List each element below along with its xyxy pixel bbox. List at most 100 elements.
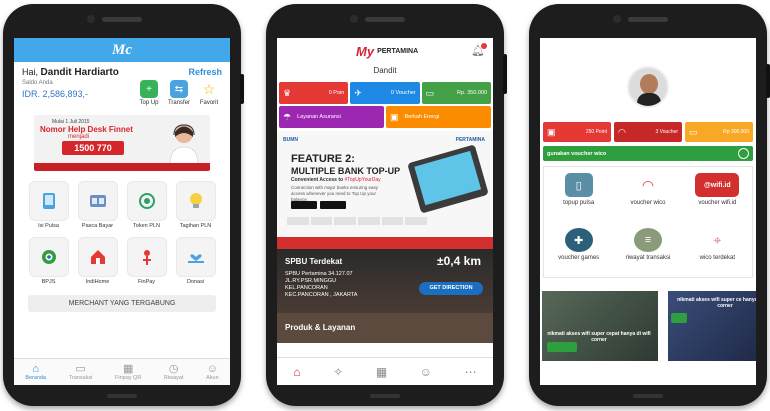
token-icon — [126, 181, 167, 221]
tile-label: 0 Poin — [328, 90, 345, 96]
grid-icon[interactable]: ▦ — [376, 365, 387, 379]
tile-label: Layanan Asuransi — [297, 114, 341, 120]
banner-footer — [34, 163, 210, 171]
screen-pertamina: My PERTAMINA 🔔︎ Dandit ♛ 0 Poin ✈ 0 Vouche… — [277, 38, 493, 385]
tile-berkah-energi[interactable]: ▣ Berkah Energi — [386, 106, 491, 128]
bottom-nav: ⌂ Beranda ▭ Transaksi ▦ Finpay QR ◷ Riwayat … — [14, 358, 230, 385]
spbu-address: SPBU Pertamina 34.127.07 JL.RY.PSR.MINGG… — [285, 271, 385, 299]
helpdesk-banner[interactable]: Mulai 1 Juli 2015 Nomor Help Desk Finnet… — [34, 115, 210, 171]
speaker — [365, 17, 405, 22]
service-voucher-wico[interactable]: ◠ voucher wico — [613, 167, 682, 222]
promo-icon[interactable]: ✧ — [333, 365, 343, 379]
promo-badge — [547, 342, 577, 352]
service-label: IndiHome — [85, 279, 110, 285]
service-riwayat-transaksi[interactable]: ≡ riwayat transaksi — [613, 222, 682, 277]
favorit-button[interactable]: ☆ Favorit — [196, 80, 222, 106]
favorit-label: Favorit — [199, 100, 219, 106]
greeting-prefix: Hai, — [22, 67, 39, 77]
user-icon[interactable]: ☺ — [420, 365, 432, 379]
plus-circle-icon: + — [140, 80, 158, 98]
camera — [613, 15, 621, 23]
service-donasi[interactable]: Donasi — [173, 237, 218, 285]
tile-poin[interactable]: ♛ 0 Poin — [279, 82, 349, 104]
merchant-button[interactable]: MERCHANT YANG TERGABUNG — [28, 295, 216, 312]
tile-label: Berkah Energi — [404, 114, 440, 120]
service-label: riwayat transaksi — [625, 255, 671, 261]
service-grid: ▯ topup pulsa ◠ voucher wico @wifi.id vo… — [543, 166, 753, 278]
produk-layanan-section[interactable]: Produk & Layanan — [277, 313, 493, 343]
service-voucher-games[interactable]: ✚ voucher games — [544, 222, 613, 277]
tile-balance[interactable]: ▭ Rp. 350.000 — [421, 82, 491, 104]
transfer-label: Transfer — [167, 100, 191, 106]
tile-voucher[interactable]: ◠ 3 Voucher — [614, 122, 682, 142]
tile-voucher[interactable]: ✈ 0 Voucher — [350, 82, 420, 104]
tile-label: 250 Point — [585, 129, 607, 135]
home-icon[interactable]: ⌂ — [293, 365, 300, 379]
tile-label: 0 Voucher — [390, 90, 416, 96]
nav-label: Akun — [206, 375, 219, 381]
service-isi-pulsa[interactable]: Isi Pulsa — [26, 181, 71, 229]
service-tagihan-pln[interactable]: Tagihan PLN — [173, 181, 218, 229]
top-up-button[interactable]: + Top Up — [136, 80, 162, 106]
promo-card[interactable]: nikmati akses wifi super cepat hanya di … — [542, 291, 658, 361]
service-label: Pasca Bayar — [81, 223, 114, 229]
address-line: KEL.PANCORAN — [285, 285, 328, 291]
tile-point[interactable]: ▣ 250 Point — [543, 122, 611, 142]
promo-cards: nikmati akses wifi super cepat hanya di … — [540, 291, 756, 361]
service-label: Token PLN — [133, 223, 160, 229]
gamepad-icon: ✚ — [564, 228, 593, 252]
use-voucher-bar[interactable]: gunakan voucher wico — [543, 146, 753, 161]
wallet-icon: ▭ — [425, 87, 435, 98]
nav-riwayat[interactable]: ◷ Riwayat — [164, 363, 184, 381]
nav-transaksi[interactable]: ▭ Transaksi — [69, 363, 93, 381]
location-icon: ⌖ — [703, 228, 732, 252]
phone-pertamina: My PERTAMINA 🔔︎ Dandit ♛ 0 Poin ✈ 0 Vouche… — [266, 4, 507, 406]
phone-icon: ▯ — [564, 173, 593, 197]
volume-button — [240, 74, 244, 104]
summary-tiles: ♛ 0 Poin ✈ 0 Voucher ▭ Rp. 350.000 — [277, 82, 493, 104]
app-store-badge[interactable] — [320, 201, 346, 209]
voucher-bar-label: gunakan voucher wico — [547, 150, 607, 157]
app-header: My PERTAMINA 🔔︎ Dandit — [277, 38, 493, 82]
promo-subtitle: MULTIPLE BANK TOP-UP — [291, 166, 401, 176]
nav-label: Finpay QR — [115, 375, 142, 381]
tile-balance[interactable]: ▭ Rp 300.000 — [685, 122, 753, 142]
get-direction-button[interactable]: GET DIRECTION — [419, 282, 483, 295]
nav-finpay-qr[interactable]: ▦ Finpay QR — [115, 363, 141, 381]
avatar[interactable] — [627, 66, 669, 108]
nav-beranda[interactable]: ⌂ Beranda — [25, 363, 46, 381]
service-label: FinPay — [137, 279, 156, 285]
service-label: voucher games — [558, 255, 600, 261]
bell-icon[interactable]: 🔔︎ — [471, 43, 487, 57]
summary-tiles: ▣ 250 Point ◠ 3 Voucher ▭ Rp 300.000 — [540, 122, 756, 142]
more-icon[interactable]: ⋯ — [465, 365, 477, 379]
phone-illustration — [407, 144, 489, 214]
service-topup-pulsa[interactable]: ▯ topup pulsa — [544, 167, 613, 222]
service-wico-terdekat[interactable]: ⌖ wico terdekat — [683, 222, 752, 277]
promo-card[interactable]: nikmati akses wifi super ce hanya di wif… — [668, 291, 756, 361]
promo-caption: nikmati akses wifi super cepat hanya di … — [547, 331, 651, 343]
tile-asuransi[interactable]: ☂ Layanan Asuransi — [279, 106, 384, 128]
service-voucher-wifi-id[interactable]: @wifi.id voucher wifi.id — [683, 167, 752, 222]
promo-banner[interactable]: BUMN PERTAMINA FEATURE 2: MULTIPLE BANK … — [277, 131, 493, 249]
refresh-button[interactable]: Refresh — [188, 67, 222, 77]
play-store-badge[interactable] — [291, 201, 317, 209]
nav-akun[interactable]: ☺ Akun — [206, 363, 219, 381]
showcase: Mc Hai, Dandit Hardiarto Refresh Saldo A… — [0, 0, 770, 411]
service-label: BPJS — [41, 279, 56, 285]
service-indihome[interactable]: IndiHome — [75, 237, 120, 285]
service-pasca-bayar[interactable]: Pasca Bayar — [75, 181, 120, 229]
transfer-button[interactable]: ⇆ Transfer — [166, 80, 192, 106]
service-token-pln[interactable]: Token PLN — [124, 181, 169, 229]
wifi-icon: ◠ — [618, 126, 626, 137]
balance-amount: IDR. 2,586,893,- — [22, 89, 89, 99]
service-finpay[interactable]: FinPay — [124, 237, 169, 285]
promo-badge — [671, 313, 687, 323]
service-bpjs[interactable]: BPJS — [26, 237, 71, 285]
screen-wifi: ▣ 250 Point ◠ 3 Voucher ▭ Rp 300.000 gunaka… — [540, 38, 756, 385]
banner-title: Nomor Help Desk Finnet — [40, 125, 133, 134]
service-label: voucher wifi.id — [698, 200, 737, 206]
phone-icon — [28, 181, 69, 221]
app-logo: Mc — [112, 41, 132, 58]
speaker — [628, 17, 668, 22]
